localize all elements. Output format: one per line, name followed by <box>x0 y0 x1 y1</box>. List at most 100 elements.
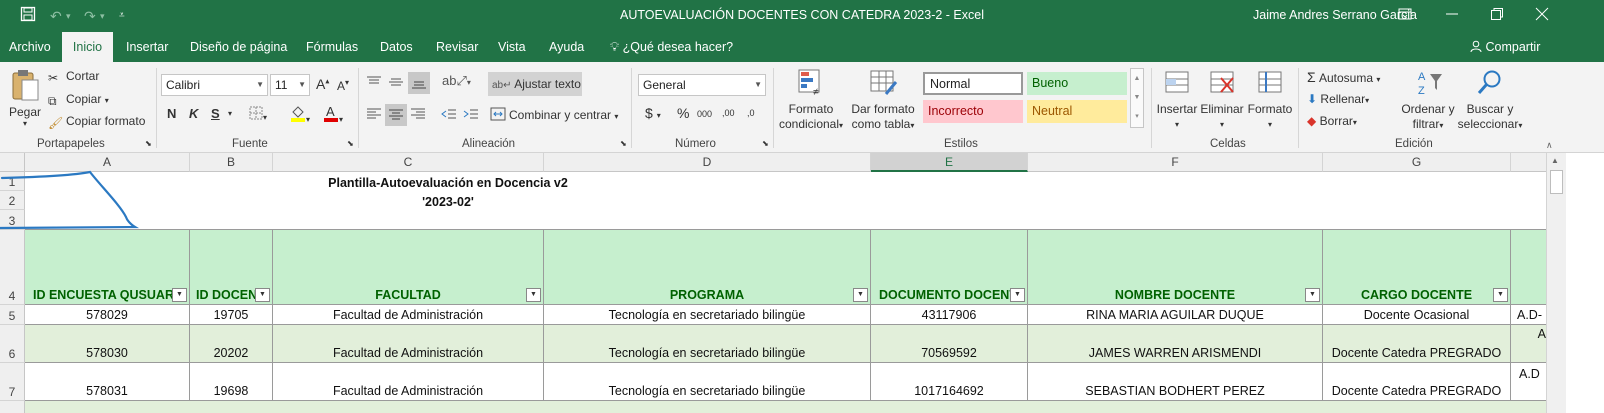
currency-button[interactable]: $ ▾ <box>645 105 661 121</box>
table-cell[interactable]: Docente Catedra PREGRADO <box>1323 325 1511 363</box>
shrink-font-button[interactable]: A▾ <box>337 78 349 93</box>
table-cell[interactable]: 578030 <box>25 325 190 363</box>
conditional-format-button[interactable]: ≠ Formato condicional▾ <box>778 68 844 133</box>
font-size-select[interactable]: 11 ▼ <box>270 74 310 96</box>
table-cell[interactable]: Facultad de Administración <box>273 305 544 325</box>
styles-gallery-scroll[interactable]: ▲ ▼ ▾ <box>1130 68 1144 128</box>
row-header-8[interactable] <box>0 401 25 413</box>
table-cell[interactable]: Facultad de Administración <box>273 325 544 363</box>
table-cell[interactable]: Tecnología en secretariado bilingüe <box>544 325 871 363</box>
tab-diseno-pagina[interactable]: Diseño de página <box>182 32 295 62</box>
table-cell[interactable]: 578031 <box>25 363 190 401</box>
restore-icon[interactable] <box>1490 6 1504 26</box>
header-cell-next[interactable] <box>1511 230 1546 305</box>
table-cell[interactable]: 578029 <box>25 305 190 325</box>
column-header-g[interactable]: G <box>1323 153 1511 172</box>
filter-dropdown-icon[interactable]: ▼ <box>526 288 541 302</box>
header-cell-id-encuesta[interactable]: ID ENCUESTA QUSUARI ▼ <box>25 230 190 305</box>
cut-button[interactable]: ✂ Cortar <box>48 69 99 85</box>
table-cell[interactable]: A.D- <box>1511 305 1546 325</box>
filter-dropdown-icon[interactable]: ▼ <box>1010 288 1025 302</box>
table-cell[interactable]: 19705 <box>190 305 273 325</box>
table-row[interactable] <box>25 401 1546 413</box>
collapse-ribbon-icon[interactable]: ∧ <box>1546 140 1553 151</box>
style-normal[interactable]: Normal <box>923 72 1023 95</box>
table-cell[interactable]: Docente Catedra PREGRADO <box>1323 363 1511 401</box>
filter-dropdown-icon[interactable]: ▼ <box>255 288 270 302</box>
tab-ayuda[interactable]: Ayuda <box>541 32 592 62</box>
align-top-button[interactable] <box>366 74 382 93</box>
header-cell-cargo[interactable]: CARGO DOCENTE ▼ <box>1323 230 1511 305</box>
underline-button[interactable]: S <box>211 106 220 121</box>
header-cell-documento[interactable]: DOCUMENTO DOCENT ▼ <box>871 230 1028 305</box>
column-header-b[interactable]: B <box>190 153 273 172</box>
tab-insertar[interactable]: Insertar <box>118 32 176 62</box>
tab-vista[interactable]: Vista <box>490 32 534 62</box>
delete-cells-button[interactable]: Eliminar ▾ <box>1200 68 1244 132</box>
font-name-select[interactable]: Calibri ▼ <box>161 74 268 96</box>
row-header-4[interactable]: 4 <box>0 230 25 305</box>
user-name[interactable]: Jaime Andres Serrano Garcia <box>1253 8 1417 22</box>
sheet-title[interactable]: Plantilla-Autoevaluación en Docencia v2 <box>273 176 623 190</box>
column-header-c[interactable]: C <box>273 153 544 172</box>
header-cell-nombre[interactable]: NOMBRE DOCENTE ▼ <box>1028 230 1323 305</box>
close-icon[interactable] <box>1535 6 1549 26</box>
row-header-7[interactable]: 7 <box>0 363 25 401</box>
clipboard-launcher-icon[interactable]: ⬊ <box>145 139 152 148</box>
grow-font-button[interactable]: A▴ <box>316 76 329 92</box>
column-header-e[interactable]: E <box>871 153 1028 172</box>
bold-button[interactable]: N <box>167 106 176 121</box>
column-header-d[interactable]: D <box>544 153 871 172</box>
align-bottom-button[interactable] <box>408 72 430 94</box>
column-header-f[interactable]: F <box>1028 153 1323 172</box>
decrease-decimal-button[interactable]: ,0 <box>747 108 755 118</box>
row-header-5[interactable]: 5 <box>0 305 25 325</box>
increase-indent-button[interactable] <box>463 106 479 125</box>
tab-datos[interactable]: Datos <box>372 32 421 62</box>
ribbon-display-options-icon[interactable] <box>1398 6 1412 26</box>
table-cell[interactable]: 1017164692 <box>871 363 1028 401</box>
tab-formulas[interactable]: Fórmulas <box>298 32 366 62</box>
format-as-table-button[interactable]: Dar formato como tabla▾ <box>849 68 917 133</box>
table-cell[interactable]: Facultad de Administración <box>273 363 544 401</box>
tab-archivo[interactable]: Archivo <box>1 32 59 62</box>
format-painter-button[interactable]: 🖌︎ Copiar formato <box>48 114 145 130</box>
share-button[interactable]: Compartir <box>1462 32 1548 62</box>
style-neutral[interactable]: Neutral <box>1027 100 1127 123</box>
fill-button[interactable]: ⬇ Rellenar▾ <box>1307 92 1369 106</box>
decrease-indent-button[interactable] <box>441 106 457 125</box>
italic-button[interactable]: K <box>189 106 198 121</box>
borders-button[interactable]: ▾ <box>249 106 267 123</box>
font-launcher-icon[interactable]: ⬊ <box>347 139 354 148</box>
table-cell[interactable]: 19698 <box>190 363 273 401</box>
table-cell[interactable]: 20202 <box>190 325 273 363</box>
number-format-select[interactable]: General ▼ <box>638 74 766 96</box>
minimize-icon[interactable] <box>1445 6 1459 26</box>
table-cell[interactable]: Tecnología en secretariado bilingüe <box>544 305 871 325</box>
align-middle-button[interactable] <box>388 74 404 93</box>
table-cell[interactable]: A.D <box>1511 363 1546 401</box>
alignment-launcher-icon[interactable]: ⬊ <box>620 139 627 148</box>
fill-color-button[interactable]: ▾ <box>290 104 310 125</box>
tell-me-box[interactable]: 💡︎ ¿Qué desea hacer? <box>602 32 741 62</box>
wrap-text-button[interactable]: ab↵ Ajustar texto <box>488 72 582 96</box>
find-select-button[interactable]: Buscar y seleccionar▾ <box>1456 68 1524 133</box>
number-launcher-icon[interactable]: ⬊ <box>762 139 769 148</box>
paste-button[interactable]: Pegar ▾ <box>8 68 42 128</box>
header-cell-facultad[interactable]: FACULTAD ▼ <box>273 230 544 305</box>
merge-center-button[interactable]: Combinar y centrar ▾ <box>490 107 618 122</box>
style-good[interactable]: Bueno <box>1027 72 1127 95</box>
align-center-button[interactable] <box>385 104 407 126</box>
vertical-scrollbar[interactable]: ▲ <box>1546 153 1566 413</box>
font-color-button[interactable]: A ▾ <box>323 104 343 125</box>
clear-button[interactable]: ◆ Borrar▾ <box>1307 114 1357 128</box>
table-cell[interactable]: SEBASTIAN BODHERT PEREZ <box>1028 363 1323 401</box>
table-cell[interactable]: RINA MARIA AGUILAR DUQUE <box>1028 305 1323 325</box>
row-header-6[interactable]: 6 <box>0 325 25 363</box>
thousands-button[interactable]: 000 <box>697 109 712 119</box>
tab-revisar[interactable]: Revisar <box>428 32 486 62</box>
header-cell-id-docente[interactable]: ID DOCENT ▼ <box>190 230 273 305</box>
format-cells-button[interactable]: Formato ▾ <box>1247 68 1293 132</box>
scroll-up-icon[interactable]: ▲ <box>1551 156 1559 165</box>
style-bad[interactable]: Incorrecto <box>923 100 1023 123</box>
